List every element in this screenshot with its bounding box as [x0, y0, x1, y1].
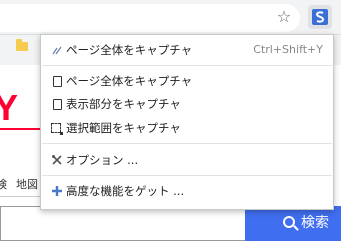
address-bar[interactable] — [0, 4, 300, 32]
search-button-label: 検索 — [301, 215, 329, 231]
nav-divider — [0, 196, 40, 197]
search-input[interactable] — [0, 206, 252, 241]
selection-icon — [51, 123, 63, 135]
nav-tab-map[interactable]: 地図 — [16, 178, 38, 192]
page-icon — [53, 76, 62, 87]
menu-item-options[interactable]: オプション ... — [41, 149, 333, 171]
site-logo: Y — [0, 87, 19, 128]
menu-item-capture-selection[interactable]: 選択範囲をキャプチャ — [41, 117, 333, 139]
search-button[interactable]: 検索 — [245, 206, 341, 241]
menu-item-label: 表示部分をキャプチャ — [66, 97, 181, 111]
menu-item-shortcut: Ctrl+Shift+Y — [253, 43, 323, 56]
extension-dropdown-menu: ページ全体をキャプチャ Ctrl+Shift+Y ページ全体をキャプチャ 表示部… — [40, 34, 334, 210]
menu-item-label: 高度な機能をゲット ... — [66, 184, 185, 198]
bookmark-star-icon[interactable]: ☆ — [274, 7, 294, 27]
menu-item-label: 選択範囲をキャプチャ — [66, 121, 181, 135]
plus-icon — [52, 186, 62, 196]
extension-button[interactable] — [308, 5, 332, 29]
menu-item-get-advanced-features[interactable]: 高度な機能をゲット ... — [41, 180, 333, 202]
menu-item-label: ページ全体をキャプチャ — [66, 43, 193, 57]
menu-item-label: オプション ... — [66, 153, 139, 167]
menu-item-capture-full-page-shortcut[interactable]: ページ全体をキャプチャ Ctrl+Shift+Y — [41, 39, 333, 61]
menu-item-capture-visible-part[interactable]: 表示部分をキャプチャ — [41, 93, 333, 115]
tools-icon — [52, 155, 62, 165]
nav-tab-search[interactable]: 検 — [0, 178, 7, 192]
browser-toolbar: ☆ — [0, 0, 341, 35]
menu-separator — [42, 65, 332, 66]
logo-underline — [0, 128, 40, 130]
screen-capture-extension-icon — [312, 9, 328, 25]
visible-part-icon — [53, 99, 62, 110]
menu-separator — [42, 175, 332, 176]
menu-item-label: ページ全体をキャプチャ — [66, 74, 193, 88]
fullpage-capture-icon — [52, 46, 62, 55]
menu-separator — [42, 143, 332, 144]
search-icon — [283, 216, 295, 228]
menu-item-capture-full-page[interactable]: ページ全体をキャプチャ — [41, 70, 333, 92]
bookmark-folder-icon[interactable] — [16, 39, 28, 51]
